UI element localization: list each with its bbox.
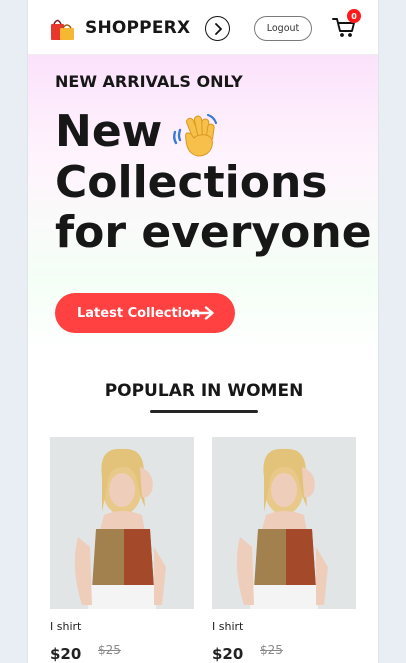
latest-collection-button[interactable]: Latest Collection [55,293,235,333]
product-name[interactable]: I shirt [212,620,243,633]
product-image[interactable] [50,437,194,609]
product-name[interactable]: I shirt [50,620,81,633]
brand-name[interactable]: SHOPPERX [85,18,190,38]
hero-title-line-3: for everyone [55,207,372,258]
product-old-price: $25 [260,643,283,657]
logout-button[interactable]: Logout [254,16,312,41]
app-viewport: SHOPPERX Logout 0 NEW ARRIVALS ONLY New [27,0,379,663]
product-new-price: $20 [212,645,244,663]
hero-title-line-1: New [55,106,163,157]
hero-title-line-2: Collections [55,157,328,208]
hero-title: New Collections for everyone [55,107,375,258]
shopping-bag-logo-icon[interactable] [49,16,77,42]
cart-count-badge: 0 [347,9,361,23]
hero-section: NEW ARRIVALS ONLY New Collections for ev… [28,55,378,355]
waving-hand-icon [173,113,218,157]
popular-section-heading: POPULAR IN WOMEN [104,381,304,401]
chevron-right-icon [214,22,222,35]
product-image[interactable] [212,437,356,609]
latest-collection-label: Latest Collection [77,305,201,321]
menu-toggle-button[interactable] [205,16,230,41]
product-card[interactable]: I shirt $20 $25 [212,437,356,663]
navbar: SHOPPERX Logout 0 [28,0,378,55]
product-new-price: $20 [50,645,82,663]
heading-underline [150,410,258,413]
hero-subtitle: NEW ARRIVALS ONLY [55,72,243,91]
product-old-price: $25 [98,643,121,657]
arrow-right-icon [191,306,214,320]
product-card[interactable]: I shirt $20 $25 [50,437,194,663]
